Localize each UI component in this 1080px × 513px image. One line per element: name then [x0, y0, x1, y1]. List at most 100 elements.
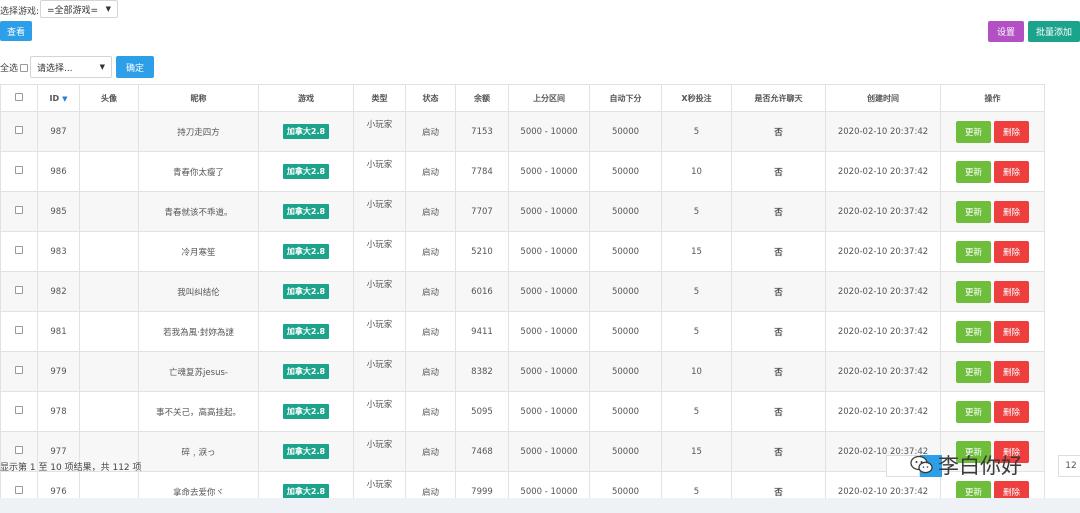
game-tag: 加拿大2.8: [282, 284, 330, 299]
bulk-action-select[interactable]: 请选择... ▼: [30, 56, 112, 78]
cell-status: 启动: [405, 231, 456, 272]
row-checkbox[interactable]: [15, 486, 23, 494]
delete-button[interactable]: 删除: [994, 320, 1029, 343]
select-all-label: 全选: [0, 64, 19, 74]
cell-type: 小玩家: [353, 271, 406, 312]
row-checkbox[interactable]: [15, 206, 23, 214]
cell-id: 983: [37, 231, 80, 272]
row-actions: 更新 删除: [956, 360, 1029, 383]
row-select[interactable]: [0, 311, 38, 352]
cell-type: 小玩家: [353, 231, 406, 272]
update-button[interactable]: 更新: [956, 400, 991, 423]
row-select[interactable]: [0, 231, 38, 272]
header-id[interactable]: ID ▼: [37, 84, 80, 112]
row-select[interactable]: [0, 111, 38, 152]
row-select[interactable]: [0, 151, 38, 192]
header-select[interactable]: [0, 84, 38, 112]
cell-actions: 更新 删除: [940, 351, 1045, 392]
delete-button[interactable]: 删除: [994, 360, 1029, 383]
table-row: 979 亡魂复苏jesus- 加拿大2.8 小玩家 启动 8382 5000 - 10000…: [0, 351, 1045, 392]
pagination-page[interactable]: 12: [1058, 455, 1080, 477]
update-button[interactable]: 更新: [956, 320, 991, 343]
cell-nickname: 亡魂复苏jesus-: [138, 351, 259, 392]
confirm-button[interactable]: 确定: [116, 56, 154, 78]
cell-balance: 6016: [455, 271, 509, 312]
cell-nickname: 冷月寒笙: [138, 231, 259, 272]
delete-button[interactable]: 删除: [994, 280, 1029, 303]
view-button[interactable]: 查看: [0, 21, 32, 41]
row-select[interactable]: [0, 271, 38, 312]
cell-avatar: [79, 151, 139, 192]
cell-created: 2020-02-10 20:37:42: [825, 311, 941, 352]
select-all[interactable]: 全选: [0, 61, 29, 74]
batch-add-button[interactable]: 批量添加: [1028, 21, 1080, 42]
cell-id: 978: [37, 391, 80, 432]
cell-balance: 8382: [455, 351, 509, 392]
cell-type: 小玩家: [353, 431, 406, 472]
cell-allow-chat: 否: [731, 271, 826, 312]
cell-status: 启动: [405, 391, 456, 432]
delete-button[interactable]: 删除: [994, 200, 1029, 223]
cell-type: 小玩家: [353, 391, 406, 432]
row-checkbox[interactable]: [15, 446, 23, 454]
cell-status: 启动: [405, 311, 456, 352]
game-tag: 加拿大2.8: [282, 484, 330, 499]
cell-game: 加拿大2.8: [258, 111, 354, 152]
cell-auto-down: 50000: [589, 311, 662, 352]
cell-game: 加拿大2.8: [258, 151, 354, 192]
row-select[interactable]: [0, 391, 38, 432]
delete-button[interactable]: 删除: [994, 160, 1029, 183]
cell-score-range: 5000 - 10000: [508, 231, 590, 272]
row-checkbox[interactable]: [15, 166, 23, 174]
caret-down-icon: ▼: [99, 63, 105, 71]
cell-game: 加拿大2.8: [258, 271, 354, 312]
update-button[interactable]: 更新: [956, 360, 991, 383]
game-tag: 加拿大2.8: [282, 204, 330, 219]
delete-button[interactable]: 删除: [994, 120, 1029, 143]
delete-button[interactable]: 删除: [994, 240, 1029, 263]
sort-desc-icon[interactable]: ▼: [62, 95, 67, 103]
cell-balance: 7468: [455, 431, 509, 472]
update-button[interactable]: 更新: [956, 120, 991, 143]
cell-status: 启动: [405, 351, 456, 392]
cell-created: 2020-02-10 20:37:42: [825, 151, 941, 192]
cell-score-range: 5000 - 10000: [508, 191, 590, 232]
delete-button[interactable]: 删除: [994, 400, 1029, 423]
row-checkbox[interactable]: [15, 286, 23, 294]
row-actions: 更新 删除: [956, 120, 1029, 143]
update-button[interactable]: 更新: [956, 280, 991, 303]
update-button[interactable]: 更新: [956, 200, 991, 223]
cell-created: 2020-02-10 20:37:42: [825, 351, 941, 392]
cell-game: 加拿大2.8: [258, 311, 354, 352]
update-button[interactable]: 更新: [956, 160, 991, 183]
cell-allow-chat: 否: [731, 351, 826, 392]
row-checkbox[interactable]: [15, 406, 23, 414]
cell-avatar: [79, 391, 139, 432]
settings-button[interactable]: 设置: [988, 21, 1024, 42]
cell-x-sec-bet: 5: [661, 111, 732, 152]
cell-auto-down: 50000: [589, 151, 662, 192]
bulk-action-value: 请选择...: [37, 63, 73, 74]
wechat-icon: [910, 455, 933, 474]
table-row: 983 冷月寒笙 加拿大2.8 小玩家 启动 5210 5000 - 10000 50000 1…: [0, 231, 1045, 272]
caret-down-icon: ▼: [105, 5, 111, 13]
cell-actions: 更新 删除: [940, 391, 1045, 432]
game-tag: 加拿大2.8: [282, 124, 330, 139]
update-button[interactable]: 更新: [956, 240, 991, 263]
game-select[interactable]: =全部游戏= ▼: [40, 0, 118, 18]
row-select[interactable]: [0, 191, 38, 232]
row-checkbox[interactable]: [15, 246, 23, 254]
row-select[interactable]: [0, 351, 38, 392]
cell-x-sec-bet: 5: [661, 191, 732, 232]
header-checkbox[interactable]: [15, 93, 23, 101]
pagination-summary: 显示第 1 至 10 项结果，共 112 项: [0, 463, 142, 473]
row-checkbox[interactable]: [15, 326, 23, 334]
cell-balance: 5095: [455, 391, 509, 432]
cell-avatar: [79, 311, 139, 352]
table-header-row: ID ▼ 头像 昵称 游戏 类型 状态 余额 上分区间 自动下分 X秒投注 是否允…: [0, 84, 1045, 112]
row-actions: 更新 删除: [956, 280, 1029, 303]
cell-created: 2020-02-10 20:37:42: [825, 191, 941, 232]
row-checkbox[interactable]: [15, 126, 23, 134]
row-checkbox[interactable]: [15, 366, 23, 374]
select-all-checkbox[interactable]: [20, 63, 29, 72]
